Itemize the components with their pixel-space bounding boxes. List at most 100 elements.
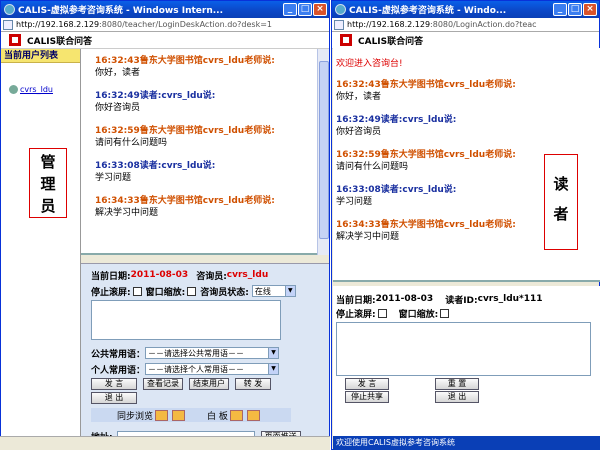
- ie-icon: [335, 4, 346, 15]
- consultant-value: cvrs_ldu: [226, 270, 269, 280]
- send-button[interactable]: 发 言: [91, 378, 137, 390]
- chevron-down-icon: ▼: [284, 286, 295, 296]
- admin-scroll-thumb[interactable]: [319, 61, 329, 239]
- stop-scroll-label: 停止滚屏:: [91, 287, 131, 298]
- admin-message-text: 解决学习中问题: [95, 208, 159, 218]
- reader-url-path: :8080/LoginAction.do?teac: [430, 20, 537, 29]
- reader-reset-button[interactable]: 重 置: [435, 378, 479, 390]
- window-shrink-label: 窗口缩放:: [145, 287, 186, 298]
- reader-date-label: 当前日期:: [336, 295, 376, 306]
- admin-message-sender: 16:32:59鲁东大学图书馆cvrs_ldu老师说:: [95, 126, 275, 136]
- date-label: 当前日期:: [91, 271, 131, 282]
- reader-brand: CALIS联合问答: [332, 32, 599, 49]
- admin-annotation-box: 管理员: [29, 148, 67, 218]
- stop-share-button[interactable]: 停止共享: [345, 391, 389, 403]
- admin-message-sender: 16:33:08读者:cvrs_ldu说:: [95, 161, 216, 171]
- admin-brand-text: CALIS联合问答: [27, 36, 93, 47]
- reader-message-textarea[interactable]: [336, 322, 591, 376]
- public-phrase-value: －－请选择公共常用语－－: [148, 348, 245, 358]
- chevron-down-icon: ▼: [268, 348, 279, 358]
- private-phrase-select[interactable]: －－请选择个人常用语－－ ▼: [145, 363, 280, 375]
- status-select[interactable]: 在线 ▼: [251, 285, 296, 297]
- reader-message-text: 你好，读者: [336, 92, 382, 102]
- whiteboard-stop-icon[interactable]: [246, 409, 260, 421]
- admin-chat-scrollbar[interactable]: [317, 49, 329, 255]
- whiteboard-edit-icon[interactable]: [229, 409, 243, 421]
- sync-edit-icon[interactable]: [155, 409, 169, 421]
- minimize-icon[interactable]: _: [553, 3, 567, 16]
- admin-message-sender: 16:34:33鲁东大学图书馆cvrs_ldu老师说:: [95, 196, 275, 206]
- admin-input-form: 当前日期: 2011-08-03 咨询员: cvrs_ldu 停止滚屏: 窗口缩…: [81, 263, 329, 449]
- admin-label-char: 理: [40, 175, 56, 193]
- page-icon: [3, 19, 13, 30]
- reader-window-shrink-checkbox[interactable]: [440, 308, 450, 318]
- status-label: 咨询员状态:: [200, 287, 249, 298]
- maximize-icon[interactable]: □: [298, 3, 312, 16]
- reader-exit-button[interactable]: 退 出: [435, 391, 479, 403]
- sync-stop-icon[interactable]: [172, 409, 186, 421]
- stop-scroll-checkbox[interactable]: [132, 286, 142, 296]
- chevron-down-icon: ▼: [268, 364, 279, 374]
- admin-message-text: 你好，读者: [95, 68, 141, 78]
- close-icon[interactable]: ×: [583, 3, 597, 16]
- calis-logo-icon: [9, 34, 21, 46]
- reader-window-title: CALIS-虚拟参考咨询系统 - Windo...: [349, 6, 507, 16]
- calis-logo-icon: [340, 34, 352, 46]
- reader-label-char: 者: [553, 205, 569, 223]
- admin-window-title: CALIS-虚拟参考咨询系统 - Windows Intern...: [18, 6, 223, 16]
- admin-url-host: http://192.168.2.129: [16, 20, 100, 29]
- window-shrink-checkbox[interactable]: [187, 286, 197, 296]
- admin-message-text: 请问有什么问题吗: [95, 138, 168, 148]
- admin-title-bar[interactable]: CALIS-虚拟参考咨询系统 - Windows Intern... _ □ ×: [1, 1, 329, 18]
- admin-label-char: 员: [40, 197, 56, 215]
- private-phrase-value: －－请选择个人常用语－－: [148, 364, 245, 374]
- reader-address-bar[interactable]: http://192.168.2.129 :8080/LoginAction.d…: [332, 18, 599, 32]
- reader-date-value: 2011-08-03: [375, 294, 434, 304]
- admin-address-bar[interactable]: http://192.168.2.129 :8080/teacher/Login…: [1, 18, 329, 32]
- welcome-text: 欢迎进入咨询台!: [336, 59, 403, 69]
- admin-url-path: :8080/teacher/LoginDeskAction.do?desk=1: [99, 20, 273, 29]
- admin-chat-log: 16:32:43鲁东大学图书馆cvrs_ldu老师说: 你好，读者 16:32:49…: [81, 49, 317, 255]
- user-list-panel: 当前用户列表 cvrs_ldu: [1, 49, 81, 449]
- view-history-button[interactable]: 查看记录: [143, 378, 183, 390]
- reader-label-char: 读: [553, 175, 569, 193]
- private-phrase-label: 个人常用语：: [91, 365, 146, 376]
- reader-message-sender: 16:32:49读者:cvrs_ldu说:: [336, 115, 457, 125]
- forward-button[interactable]: 转 发: [235, 378, 271, 390]
- admin-message-sender: 16:32:43鲁东大学图书馆cvrs_ldu老师说:: [95, 56, 275, 66]
- maximize-icon[interactable]: □: [568, 3, 582, 16]
- admin-message-text: 你好咨询员: [95, 103, 141, 113]
- reader-stop-scroll-checkbox[interactable]: [377, 308, 387, 318]
- reader-send-button[interactable]: 发 言: [345, 378, 389, 390]
- reader-title-bar[interactable]: CALIS-虚拟参考咨询系统 - Windo... _ □ ×: [332, 1, 599, 18]
- sync-browse-label: 同步浏览: [117, 411, 154, 422]
- sync-toolbar: 同步浏览 白 板: [91, 408, 291, 422]
- end-user-button[interactable]: 结束用户: [189, 378, 229, 390]
- user-icon: [9, 85, 18, 94]
- admin-window: CALIS-虚拟参考咨询系统 - Windows Intern... _ □ ×…: [0, 0, 330, 450]
- whiteboard-label: 白 板: [207, 411, 228, 422]
- admin-label-char: 管: [40, 153, 56, 171]
- reader-buttons: 发 言 重 置 停止共享 退 出: [345, 378, 479, 403]
- public-phrase-label: 公共常用语：: [91, 349, 146, 360]
- reader-input-form: 当前日期: 2011-08-03 读者ID: cvrs_ldu*111 停止滚屏…: [333, 286, 600, 436]
- reader-id-label: 读者ID:: [445, 295, 478, 306]
- status-value: 在线: [254, 286, 271, 296]
- close-icon[interactable]: ×: [313, 3, 327, 16]
- consultant-label: 咨询员:: [196, 271, 227, 282]
- page-icon: [334, 19, 344, 30]
- admin-message-sender: 16:32:49读者:cvrs_ldu说:: [95, 91, 216, 101]
- reader-url-host: http://192.168.2.129: [347, 20, 431, 29]
- public-phrase-select[interactable]: －－请选择公共常用语－－ ▼: [145, 347, 280, 359]
- exit-button[interactable]: 退 出: [91, 392, 137, 404]
- reader-message-sender: 16:32:43鲁东大学图书馆cvrs_ldu老师说:: [336, 80, 516, 90]
- reader-message-text: 你好咨询员: [336, 127, 382, 137]
- reader-annotation-box: 读者: [544, 154, 578, 250]
- admin-message-textarea[interactable]: [91, 300, 281, 340]
- user-list-item[interactable]: cvrs_ldu: [1, 85, 80, 94]
- admin-status-bar: [0, 436, 330, 450]
- reader-window-shrink-label: 窗口缩放:: [398, 309, 439, 320]
- reader-brand-text: CALIS联合问答: [358, 36, 424, 47]
- minimize-icon[interactable]: _: [283, 3, 297, 16]
- user-list-header: 当前用户列表: [1, 49, 80, 63]
